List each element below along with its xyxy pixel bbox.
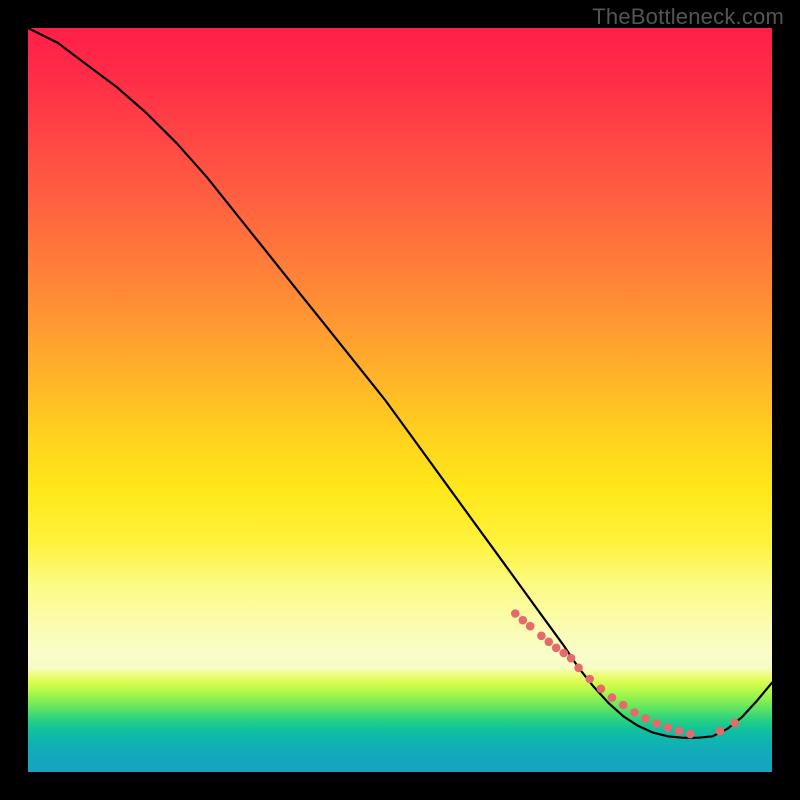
highlight-dot bbox=[716, 727, 725, 736]
highlight-dot bbox=[664, 723, 673, 732]
highlight-dot bbox=[619, 701, 628, 710]
highlight-dot bbox=[574, 664, 583, 673]
highlight-dot bbox=[545, 638, 554, 647]
highlight-dot bbox=[537, 632, 546, 641]
highlight-dot bbox=[608, 693, 617, 702]
highlight-dot bbox=[686, 730, 695, 739]
highlight-dot bbox=[559, 649, 568, 658]
plot-area bbox=[28, 28, 772, 772]
highlight-dot bbox=[511, 609, 520, 618]
bottleneck-curve bbox=[28, 28, 772, 738]
highlight-dot bbox=[585, 675, 594, 684]
highlight-dot bbox=[630, 708, 639, 717]
highlight-dot bbox=[552, 644, 561, 653]
highlight-dot bbox=[519, 616, 528, 625]
watermark-text: TheBottleneck.com bbox=[592, 4, 784, 30]
highlight-dot bbox=[731, 719, 740, 728]
highlight-dot bbox=[597, 684, 606, 693]
highlight-dot bbox=[652, 719, 661, 728]
highlight-dot bbox=[675, 727, 684, 736]
curve-layer bbox=[28, 28, 772, 772]
highlight-dot bbox=[567, 654, 576, 663]
chart-frame: TheBottleneck.com bbox=[0, 0, 800, 800]
highlight-dots bbox=[511, 609, 739, 738]
highlight-dot bbox=[641, 714, 650, 723]
highlight-dot bbox=[526, 622, 535, 631]
